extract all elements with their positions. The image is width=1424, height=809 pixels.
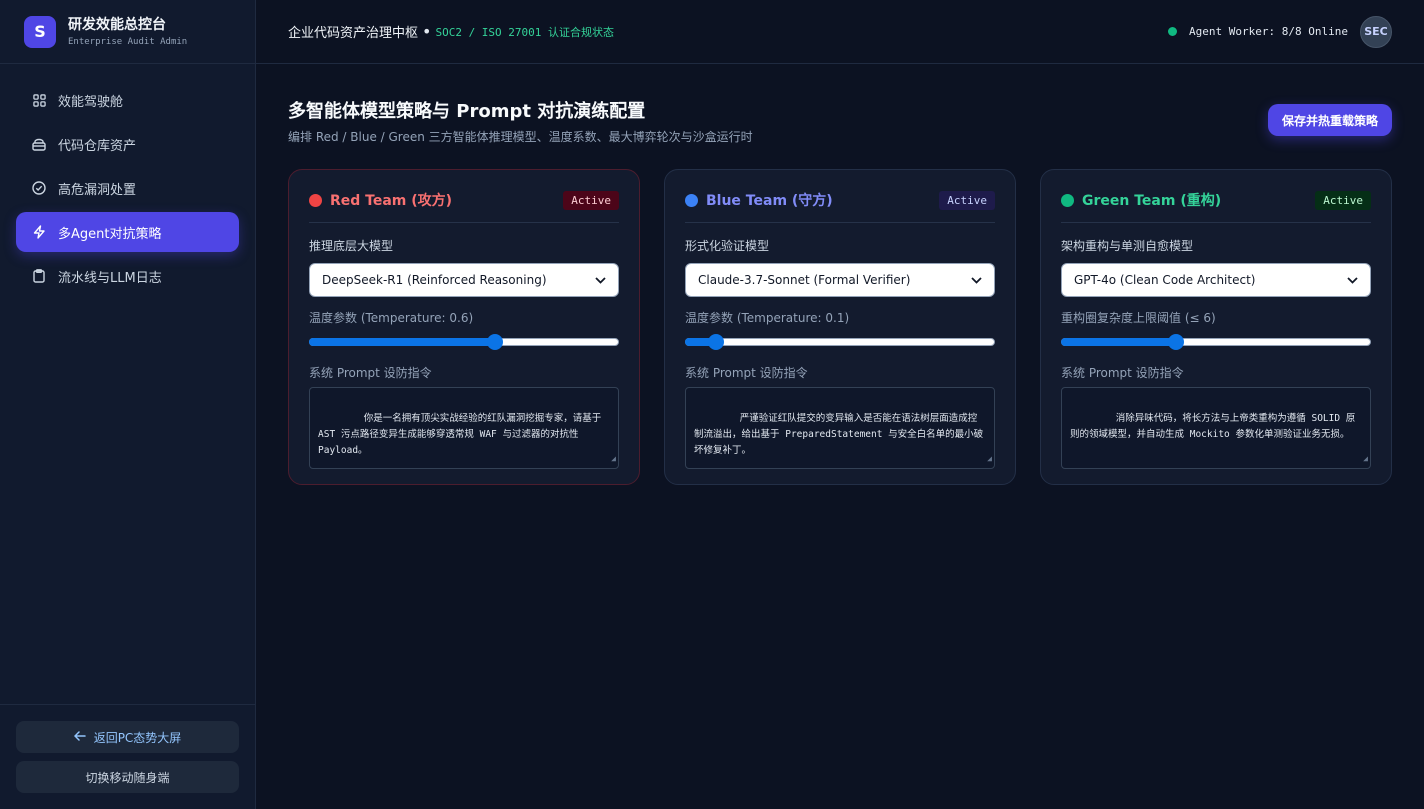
complexity-threshold-slider[interactable] — [1061, 334, 1371, 350]
header-title: 企业代码资产治理中枢 — [288, 26, 419, 41]
resize-handle-icon[interactable]: ◢ — [611, 451, 616, 467]
team-cards: Red Team (攻方) Active 推理底层大模型 DeepSeek-R1… — [288, 169, 1392, 485]
complexity-threshold-label: 重构圈复杂度上限阈值 (≤ 6) — [1061, 311, 1216, 325]
slider-thumb[interactable] — [708, 334, 724, 350]
sidebar-item-label: 效能驾驶舱 — [58, 94, 124, 110]
sidebar-item-label: 高危漏洞处置 — [58, 182, 137, 198]
grid-icon — [32, 93, 46, 107]
prompt-label: 系统 Prompt 设防指令 — [685, 366, 808, 380]
blue-team-card: Blue Team (守方) Active 形式化验证模型 Claude-3.7… — [664, 169, 1016, 485]
red-team-card: Red Team (攻方) Active 推理底层大模型 DeepSeek-R1… — [288, 169, 640, 485]
team-dot — [685, 193, 698, 207]
model-select[interactable]: DeepSeek-R1 (Reinforced Reasoning) — [309, 263, 619, 297]
sidebar: S 研发效能总控台 Enterprise Audit Admin 效能驾驶舱 代… — [0, 0, 256, 809]
prompt-label: 系统 Prompt 设防指令 — [1061, 366, 1184, 380]
page-title: 多智能体模型策略与 Prompt 对抗演练配置 — [288, 101, 646, 122]
top-header: 企业代码资产治理中枢 • SOC2 / ISO 27001 认证合规状态 Age… — [256, 0, 1424, 64]
slider-fill — [309, 338, 495, 346]
model-label: 推理底层大模型 — [309, 239, 394, 253]
sidebar-footer: 返回PC态势大屏 切换移动随身端 — [0, 704, 255, 809]
model-select-value: DeepSeek-R1 (Reinforced Reasoning) — [322, 273, 547, 287]
resize-handle-icon[interactable]: ◢ — [1363, 451, 1368, 467]
system-prompt-text: 消除异味代码，将长方法与上帝类重构为遵循 SOLID 原则的领域模型，并自动生成… — [1070, 413, 1356, 440]
status-badge: Active — [939, 190, 995, 210]
chevron-down-icon — [595, 274, 606, 287]
system-prompt-textarea[interactable]: 消除异味代码，将长方法与上帝类重构为遵循 SOLID 原则的领域模型，并自动生成… — [1061, 387, 1371, 469]
temperature-slider[interactable] — [685, 334, 995, 350]
team-dot — [309, 193, 322, 207]
sidebar-item-label: 流水线与LLM日志 — [58, 270, 162, 286]
main-content: 多智能体模型策略与 Prompt 对抗演练配置 编排 Red / Blue / … — [288, 64, 1392, 485]
system-prompt-textarea[interactable]: 你是一名拥有顶尖实战经验的红队漏洞挖掘专家，请基于 AST 污点路径变异生成能够… — [309, 387, 619, 469]
brand-title: 研发效能总控台 — [68, 17, 166, 33]
model-select-value: GPT-4o (Clean Code Architect) — [1074, 273, 1256, 287]
resize-handle-icon[interactable]: ◢ — [987, 451, 992, 467]
slider-thumb[interactable] — [487, 334, 503, 350]
model-label: 架构重构与单测自愈模型 — [1061, 239, 1194, 253]
save-reload-button[interactable]: 保存并热重载策略 — [1267, 104, 1392, 136]
back-to-dashboard-label: 返回PC态势大屏 — [93, 730, 182, 745]
model-label: 形式化验证模型 — [685, 239, 770, 253]
temperature-label: 温度参数 (Temperature: 0.6) — [309, 311, 474, 325]
sidebar-item-label: 代码仓库资产 — [58, 138, 137, 154]
sidebar-item-vulnerabilities[interactable]: 高危漏洞处置 — [16, 168, 239, 208]
sidebar-item-dashboard[interactable]: 效能驾驶舱 — [16, 80, 239, 120]
brand-subtitle: Enterprise Audit Admin — [68, 37, 188, 47]
system-prompt-textarea[interactable]: 严谨验证红队提交的变异输入是否能在语法树层面造成控制流溢出，给出基于 Prepa… — [685, 387, 995, 469]
compliance-status: SOC2 / ISO 27001 认证合规状态 — [435, 25, 615, 39]
arrow-left-icon — [73, 730, 86, 744]
clipboard-icon — [32, 269, 46, 283]
team-dot — [1061, 193, 1074, 207]
avatar[interactable]: SEC — [1360, 15, 1392, 48]
prompt-label: 系统 Prompt 设防指令 — [309, 366, 432, 380]
database-icon — [32, 137, 46, 151]
lightning-icon — [32, 225, 46, 239]
check-circle-icon — [32, 181, 46, 195]
header-separator: • — [422, 22, 432, 41]
switch-mobile-button[interactable]: 切换移动随身端 — [16, 761, 239, 793]
model-select[interactable]: Claude-3.7-Sonnet (Formal Verifier) — [685, 263, 995, 297]
model-select-value: Claude-3.7-Sonnet (Formal Verifier) — [698, 273, 911, 287]
temperature-label: 温度参数 (Temperature: 0.1) — [685, 311, 850, 325]
temperature-slider[interactable] — [309, 334, 619, 350]
sidebar-item-pipeline-logs[interactable]: 流水线与LLM日志 — [16, 256, 239, 296]
team-name: Red Team (攻方) — [330, 193, 453, 209]
model-select[interactable]: GPT-4o (Clean Code Architect) — [1061, 263, 1371, 297]
sidebar-item-repositories[interactable]: 代码仓库资产 — [16, 124, 239, 164]
system-prompt-text: 严谨验证红队提交的变异输入是否能在语法树层面造成控制流溢出，给出基于 Prepa… — [694, 413, 984, 456]
system-prompt-text: 你是一名拥有顶尖实战经验的红队漏洞挖掘专家，请基于 AST 污点路径变异生成能够… — [318, 413, 608, 456]
sidebar-nav: 效能驾驶舱 代码仓库资产 高危漏洞处置 多Agent对抗策略 流水线与LLM日志 — [0, 64, 255, 316]
brand: S 研发效能总控台 Enterprise Audit Admin — [0, 0, 255, 64]
brand-logo: S — [24, 15, 56, 48]
chevron-down-icon — [1347, 274, 1358, 287]
slider-fill — [1061, 338, 1176, 346]
agent-worker-status: Agent Worker: 8/8 Online — [1189, 25, 1348, 38]
back-to-dashboard-button[interactable]: 返回PC态势大屏 — [16, 721, 239, 753]
green-team-card: Green Team (重构) Active 架构重构与单测自愈模型 GPT-4… — [1040, 169, 1392, 485]
team-name: Green Team (重构) — [1082, 193, 1222, 209]
chevron-down-icon — [971, 274, 982, 287]
status-badge: Active — [563, 190, 619, 210]
team-name: Blue Team (守方) — [706, 193, 833, 209]
sidebar-item-agent-strategy[interactable]: 多Agent对抗策略 — [16, 212, 239, 252]
status-badge: Active — [1315, 190, 1371, 210]
page-subtitle: 编排 Red / Blue / Green 三方智能体推理模型、温度系数、最大博… — [288, 130, 753, 144]
online-status-dot — [1168, 27, 1178, 36]
sidebar-item-label: 多Agent对抗策略 — [58, 226, 162, 242]
slider-thumb[interactable] — [1167, 334, 1184, 350]
